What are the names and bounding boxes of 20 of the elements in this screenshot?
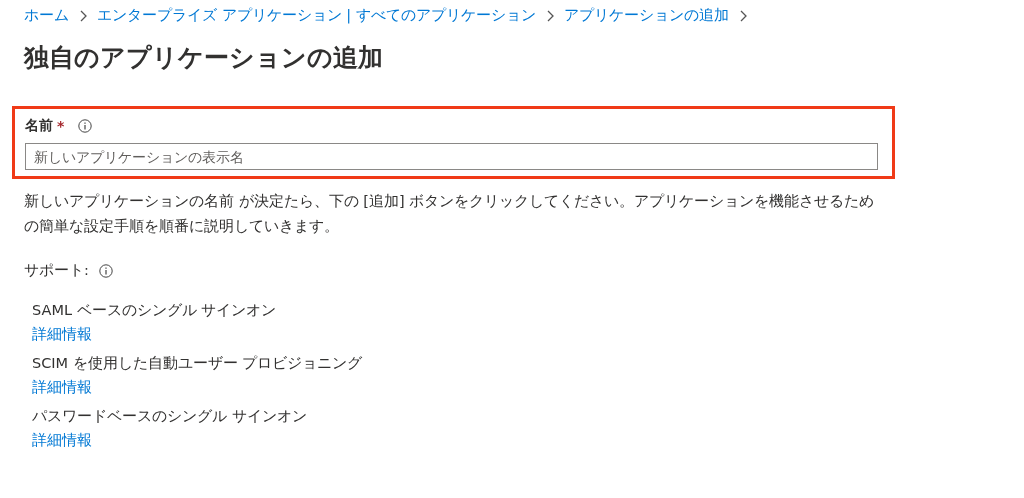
chevron-right-icon xyxy=(545,9,554,22)
required-mark: * xyxy=(57,118,65,134)
description-text: 新しいアプリケーションの名前 が決定たら、下の [追加] ボタンをクリックしてください。アプリケーションを機能させるための簡単な設定手順を順番に説明していきます。 xyxy=(24,192,876,236)
field-label: 名前 xyxy=(25,117,53,135)
feature-text: SAML ベースのシングル サインオン xyxy=(32,301,277,320)
name-input[interactable]: 新しいアプリケーションの表示名 xyxy=(25,143,878,170)
chevron-right-icon xyxy=(79,9,87,22)
breadcrumb-link[interactable]: アプリケーションの追加 xyxy=(563,6,729,25)
feature-text: パスワードベースのシングル サインオン xyxy=(32,407,307,426)
info-icon[interactable] xyxy=(78,119,93,133)
info-icon[interactable] xyxy=(98,263,113,278)
support-label: サポート: xyxy=(24,261,89,280)
breadcrumb-link[interactable]: ホーム xyxy=(24,6,69,25)
chevron-right-icon xyxy=(738,9,747,22)
breadcrumb-link[interactable]: エンタープライズ アプリケーション | すべてのアプリケーション xyxy=(97,6,536,25)
learn-more-link[interactable]: 詳細情報 xyxy=(32,428,92,452)
learn-more-link[interactable]: 詳細情報 xyxy=(32,322,92,346)
page-title: 独自のアプリケーションの追加 xyxy=(24,42,384,74)
learn-more-link[interactable]: 詳細情報 xyxy=(32,375,92,399)
feature-text: SCIM を使用した自動ユーザー プロビジョニング xyxy=(32,354,363,373)
